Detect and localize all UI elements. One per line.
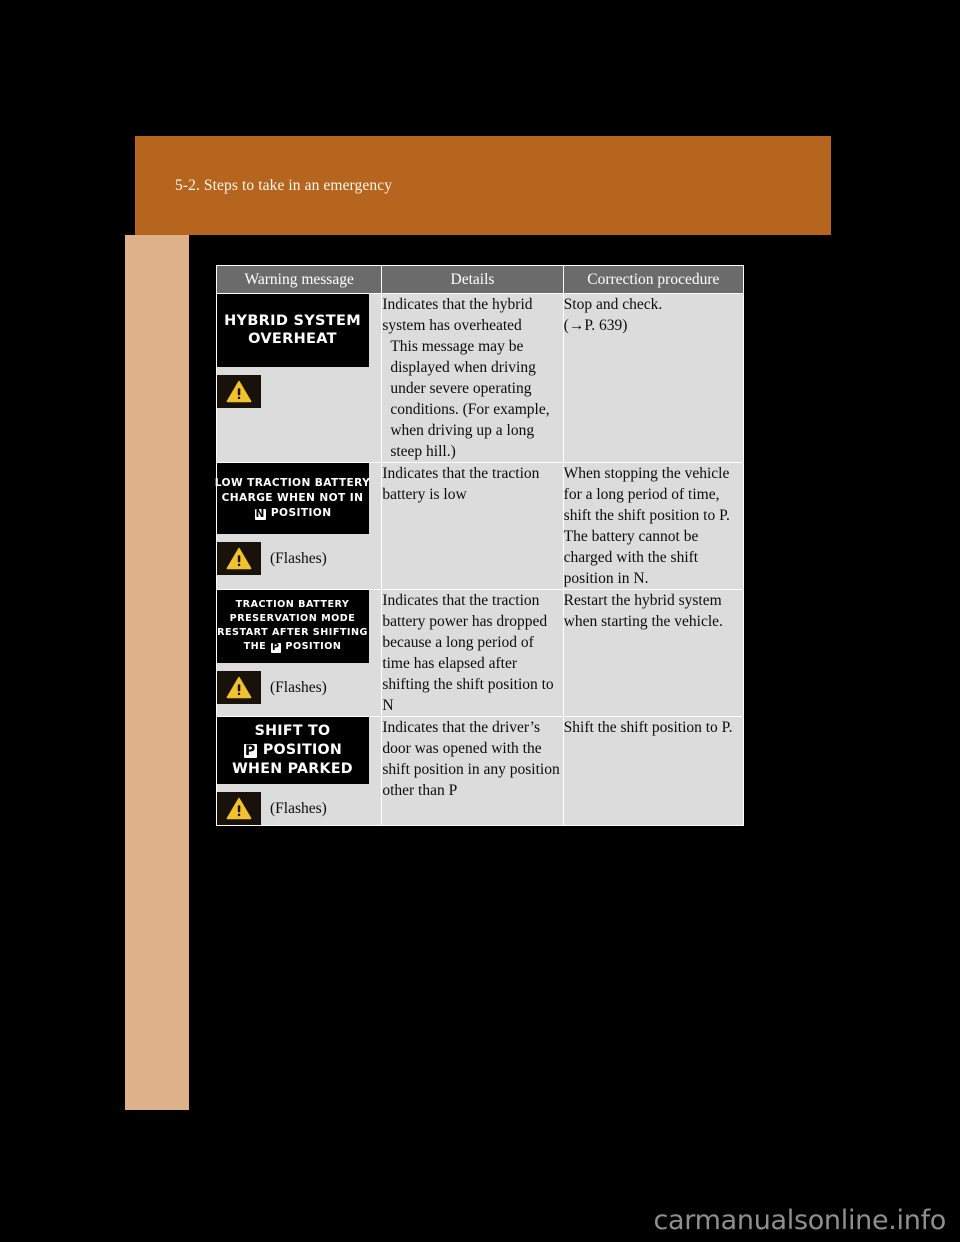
table-row: HYBRID SYSTEM OVERHEAT Indicates that th… <box>215 293 745 463</box>
display-line-with-gear: P POSITION <box>243 741 343 759</box>
column-header-warning-message: Warning message <box>215 265 383 294</box>
flashes-label: (Flashes) <box>270 800 327 817</box>
flashes-label: (Flashes) <box>270 550 327 567</box>
display-line-with-gear: THE P POSITION <box>243 641 342 654</box>
display-line: OVERHEAT <box>248 331 337 347</box>
warning-triangle-icon <box>217 375 261 408</box>
warning-triangle-icon <box>217 671 261 704</box>
warning-indicator-group: (Flashes) <box>217 542 381 575</box>
correction-text: Restart the hybrid system when starting … <box>563 592 723 630</box>
display-line: LOW TRACTION BATTERY <box>214 476 371 489</box>
column-header-correction-procedure: Correction procedure <box>562 265 745 294</box>
section-header-band: 5-2. Steps to take in an emergency <box>135 136 831 235</box>
details-note-text: This message may be displayed when drivi… <box>390 338 550 460</box>
warning-message-cell: HYBRID SYSTEM OVERHEAT <box>215 293 383 463</box>
column-header-details: Details <box>381 265 564 294</box>
warning-message-cell: LOW TRACTION BATTERY CHARGE WHEN NOT IN … <box>214 462 383 590</box>
warning-triangle-icon <box>217 542 261 575</box>
correction-procedure-cell: Stop and check. (→P. 639) <box>562 293 745 463</box>
warning-message-cell: SHIFT TO P POSITION WHEN PARKED (Flashes… <box>215 716 383 826</box>
display-line: PRESERVATION MODE <box>229 613 356 624</box>
display-line: SHIFT TO <box>254 722 331 739</box>
display-line: HYBRID SYSTEM <box>224 313 361 329</box>
correction-procedure-cell: When stopping the vehicle for a long per… <box>562 462 745 590</box>
display-line: TRACTION BATTERY <box>235 599 350 610</box>
site-watermark: carmanualsonline.info <box>653 1205 947 1236</box>
multi-information-display: SHIFT TO P POSITION WHEN PARKED <box>217 717 368 783</box>
details-text: Indicates that the hybrid system has ove… <box>382 296 533 334</box>
correction-procedure-cell: Shift the shift position to P. <box>562 716 745 826</box>
display-line-with-gear: N POSITION <box>254 506 332 520</box>
gear-letter-p: P <box>243 742 257 759</box>
warning-message-table: Warning message Details Correction proce… <box>214 265 745 826</box>
table-row: SHIFT TO P POSITION WHEN PARKED (Flashes… <box>215 716 745 826</box>
table-row: TRACTION BATTERY PRESERVATION MODE RESTA… <box>215 589 745 717</box>
warning-triangle-icon <box>217 792 261 825</box>
details-cell: Indicates that the driver’s door was ope… <box>381 716 564 826</box>
correction-text: Stop and check. <box>563 296 663 313</box>
details-cell: Indicates that the traction battery powe… <box>381 589 564 717</box>
display-line: CHARGE WHEN NOT IN <box>221 491 364 504</box>
multi-information-display: HYBRID SYSTEM OVERHEAT <box>217 294 368 366</box>
display-line: RESTART AFTER SHIFTING <box>217 627 368 638</box>
display-line: WHEN PARKED <box>232 760 353 777</box>
correction-text: Shift the shift position to P. <box>563 719 733 736</box>
multi-information-display: TRACTION BATTERY PRESERVATION MODE RESTA… <box>217 590 368 662</box>
warning-indicator-group: (Flashes) <box>217 671 381 704</box>
warning-message-cell: TRACTION BATTERY PRESERVATION MODE RESTA… <box>215 589 383 717</box>
page-title: 5-2. Steps to take in an emergency <box>175 177 393 194</box>
flashes-label: (Flashes) <box>270 679 327 696</box>
details-text: Indicates that the traction battery powe… <box>382 592 554 714</box>
details-text: Indicates that the traction battery is l… <box>382 465 540 503</box>
table-row: LOW TRACTION BATTERY CHARGE WHEN NOT IN … <box>214 462 745 590</box>
chapter-tab-sidebar <box>125 235 189 1110</box>
warning-indicator-group: (Flashes) <box>217 792 381 825</box>
correction-page-reference: (→P. 639) <box>563 317 628 334</box>
details-cell: Indicates that the traction battery is l… <box>381 462 564 590</box>
correction-procedure-cell: Restart the hybrid system when starting … <box>562 589 745 717</box>
table-header-row: Warning message Details Correction proce… <box>215 265 745 294</box>
details-cell: Indicates that the hybrid system has ove… <box>381 293 564 463</box>
multi-information-display: LOW TRACTION BATTERY CHARGE WHEN NOT IN … <box>214 463 371 533</box>
gear-letter-n: N <box>254 507 266 520</box>
warning-indicator-group <box>217 375 381 408</box>
gear-letter-p: P <box>271 642 281 654</box>
correction-text: When stopping the vehicle for a long per… <box>563 465 730 587</box>
details-text: Indicates that the driver’s door was ope… <box>382 719 560 799</box>
